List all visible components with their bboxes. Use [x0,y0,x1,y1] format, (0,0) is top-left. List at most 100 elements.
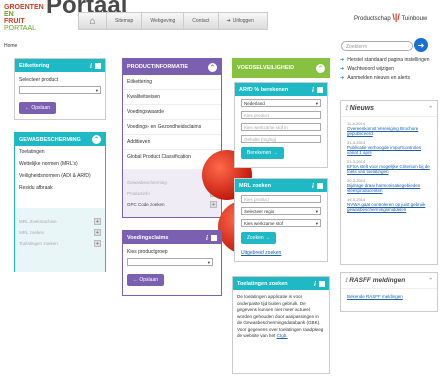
chevron-down-icon: ▾ [207,260,210,265]
top-nav: ⌂ Sitemap Webgeving Contact ➔ Uitloggen [78,12,268,30]
mrl-product-field[interactable]: Kies product [241,195,321,203]
news-link[interactable]: NVWA gaat controleren op juist gebruik g… [347,202,431,212]
arrow-right-icon: ➜ [340,66,345,72]
arfd-panel: ARfD % berekenen i Nederland ▾ Kies produ… [234,82,328,168]
window-icon[interactable] [319,280,325,287]
menu-item-toelatingen[interactable]: Toelatingen [15,146,105,158]
menu-item-additieven[interactable]: Additieven [123,135,221,150]
window-icon[interactable] [211,234,217,241]
chevron-down-icon: ▾ [95,88,98,93]
nav-contact[interactable]: Contact [184,13,219,29]
breadcrumb[interactable]: Home [4,43,17,49]
plus-icon[interactable]: + [94,240,101,247]
news-link[interactable]: Bijdrage draai harmonisatiegebieden vlee… [347,183,431,193]
menu-item-voedingswaarde[interactable]: Voedingswaarde [123,105,221,120]
menu-item-residu[interactable]: Residu afbraak [15,182,105,194]
plus-icon[interactable]: + [94,218,101,225]
chevron-up-icon[interactable]: ⌃ [316,63,325,73]
sub-item-mrl-zoeken[interactable]: MRL zoeken + [15,227,105,238]
nieuws-title-wrap: ⟟ Nieuws [345,104,375,112]
arfd-header: ARfD % berekenen i [235,83,327,96]
window-icon[interactable] [317,182,323,189]
toelatingen-text: De toelatingen applicatie is voor onderp… [237,294,324,338]
home-icon[interactable]: ⌂ [79,13,107,29]
product-select[interactable]: ▾ [19,86,101,94]
productinformatie-title: PRODUCTINFORMATIE [127,64,189,70]
voedselveiligheid-header: VOEDSELVEILIGHEID ⌃ [233,59,329,77]
mrl-title: MRL zoeken [239,182,271,189]
quick-links: ➜ Herstel standaard pagina instellingen ➜… [340,57,435,84]
quick-link-reset[interactable]: ➜ Herstel standaard pagina instellingen [340,57,435,63]
chevron-down-icon: ▾ [315,209,318,214]
mrl-body: Kies product Selecteer regio ▾ Kies werkz… [235,192,327,259]
gewasbescherming-title: GEWASBESCHERMING [19,136,81,143]
plus-icon[interactable]: + [210,201,217,208]
nav-logout[interactable]: ➔ Uitloggen [219,13,262,29]
window-icon[interactable] [95,62,101,69]
brand-right: Tuinbouw [401,16,428,22]
news-link[interactable]: EFSA stelt voor mogelijke Criterium bij … [347,164,431,174]
toelatingen-title: Toelatingen zoeken [237,280,288,287]
region-select[interactable]: Selecteer regio ▾ [241,207,321,215]
quick-link-alerts[interactable]: ➜ Aanmelden nieuws en alerts [340,75,435,81]
menu-item-kwaliteitseisen[interactable]: Kwaliteitseisen [123,90,221,105]
rasff-panel: ⟟ RASFF meldingen ⌃ Bekende RASFF meldin… [340,272,438,312]
country-select[interactable]: Nederland ▾ [241,99,321,107]
arfd-level-field[interactable]: Gehalte (mg/kg) [241,135,321,143]
gewasbescherming-menu: Toelatingen Wettelijke normen (MRL's) Ve… [15,146,105,194]
arfd-product-field[interactable]: Kies product [241,111,321,119]
window-icon[interactable] [317,86,323,93]
arfd-body: Nederland ▾ Kies product Kies werkzame st… [235,96,327,162]
rasff-header: ⟟ RASFF meldingen ⌃ [341,273,437,289]
arfd-calculate-button[interactable]: Berekenen → [241,147,284,159]
menu-item-claims[interactable]: Voedings- en Gezondheidsclaims [123,120,221,135]
nieuws-header: ⟟ Nieuws ⌃ [341,101,437,117]
menu-item-veiligheidsnormen[interactable]: Veiligheidsnormen (ADI & ARfD) [15,170,105,182]
info-icon[interactable]: i [314,280,316,288]
mrl-search-button[interactable]: Zoeken → [241,232,277,244]
portal-page: GROENTEN EN FRUIT PORTAAL Portaal ⌂ Site… [0,0,443,379]
brand-logo[interactable]: Productschap \|/ Tuinbouw [354,12,427,22]
info-icon[interactable]: i [206,234,208,242]
productgroep-select[interactable]: ▾ [127,258,213,266]
etikettering-title: Etikettering [19,62,50,69]
chevron-up-icon[interactable]: ⌃ [428,106,433,112]
nav-webgeving[interactable]: Webgeving [142,13,185,29]
search-button[interactable]: ➜ [414,38,428,52]
nieuws-panel: ⟟ Nieuws ⌃ 11-4-2014 Overeenkomst Vereni… [340,100,438,265]
etikettering-save-button[interactable]: ← Opslaan [19,102,57,114]
arfd-substance-field[interactable]: Kies werkzame stof in [241,123,321,131]
chevron-up-icon[interactable]: ⌃ [92,135,101,144]
info-icon[interactable]: i [312,86,314,94]
chevron-up-icon[interactable]: ⌃ [428,278,433,284]
menu-item-etikettering[interactable]: Etikettering [123,75,221,90]
ctgb-link[interactable]: Ctgb. [277,333,288,338]
rss-icon: ⟟ [345,276,348,284]
gewasbescherming-sub: MRL Zoekmachine + MRL zoeken + Toelatingen… [15,208,105,272]
sub-item-toelatingen-zoeken[interactable]: Toelatingen zoeken + [15,238,105,249]
advanced-search-link[interactable]: Uitgebreid zoeken [241,250,321,256]
quick-link-password[interactable]: ➜ Wachtwoord wijzigen [340,66,435,72]
chevron-up-icon[interactable]: ⌃ [208,62,217,72]
sub-item-mrl-zoekmachine[interactable]: MRL Zoekmachine + [15,216,105,227]
search-input[interactable]: Zoekterm [341,41,413,51]
substance-select[interactable]: Kies werkzame stof ▾ [241,219,321,227]
menu-item-mrl[interactable]: Wettelijke normen (MRL's) [15,158,105,170]
news-link[interactable]: Overeenkomst Vereniging Brochure gepubli… [347,126,431,136]
info-icon[interactable]: i [90,62,92,70]
voedselveiligheid-title: VOEDSELVEILIGHEID [237,65,295,71]
toelatingen-body: De toelatingen applicatie is voor onderp… [233,290,329,344]
info-icon[interactable]: i [312,182,314,190]
nav-sitemap[interactable]: Sitemap [107,13,143,29]
productinformatie-panel: PRODUCTINFORMATIE ⌃ Etikettering Kwalite… [122,58,222,218]
voedingsclaims-save-button[interactable]: ← Opslaan [127,274,165,286]
arrow-right-icon: → [272,150,278,156]
news-link[interactable]: Publicatie verhoogde importcontroles van… [347,145,431,155]
brand-mark-icon: \|/ [392,12,400,22]
nieuws-list: 11-4-2014 Overeenkomst Vereniging Brochu… [341,117,437,220]
rasff-link[interactable]: Bekende RASFF meldingen [347,294,431,299]
voedingsclaims-header: Voedingsclaims i [123,231,221,244]
sub-item-gpc-code[interactable]: GPC Code zoeken + [123,199,221,210]
plus-icon[interactable]: + [94,229,101,236]
header: GROENTEN EN FRUIT PORTAAL Portaal ⌂ Site… [0,0,443,36]
